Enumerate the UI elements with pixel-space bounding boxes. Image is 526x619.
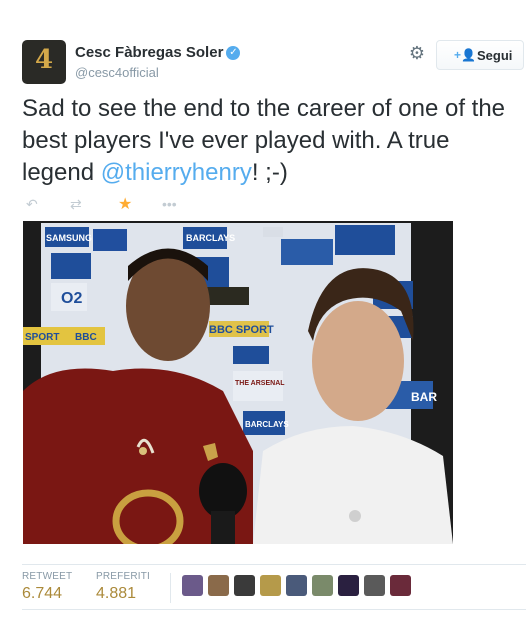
retweet-label: RETWEET: [22, 571, 73, 582]
avatar[interactable]: 4: [22, 40, 66, 84]
tweet-text-end: ! ;-): [251, 159, 288, 186]
board-text-bbc: BBC: [75, 332, 97, 343]
mention-link[interactable]: @thierryhenry: [101, 159, 252, 186]
more-icon[interactable]: •••: [162, 196, 177, 212]
board-text-arsenal: THE ARSENAL: [235, 380, 285, 387]
board-text-bar: BAR: [411, 390, 437, 404]
retweet-stat[interactable]: RETWEET 6.744: [22, 571, 72, 603]
follow-label: Segui: [477, 48, 513, 63]
verified-icon: ✓: [226, 45, 241, 60]
retweet-count: 6.744: [22, 585, 63, 602]
display-name[interactable]: Cesc Fàbregas Soler: [75, 44, 223, 61]
favoriter-avatar[interactable]: [338, 575, 359, 596]
board-text-bbcsport: BBC SPORT: [209, 324, 274, 336]
board-text-samsung: SAMSUNG: [46, 233, 92, 243]
board-text-barclays: BARCLAYS: [186, 233, 235, 243]
tweet-header: 4 Cesc Fàbregas Soler ✓ @cesc4official ⚙ …: [22, 40, 526, 84]
favoriter-avatar[interactable]: [364, 575, 385, 596]
user-handle[interactable]: @cesc4official: [75, 65, 240, 80]
favorites-stat[interactable]: PREFERITI 4.881: [96, 571, 150, 603]
favoriter-avatar[interactable]: [260, 575, 281, 596]
favoriter-avatar[interactable]: [312, 575, 333, 596]
board-text-sport: SPORT: [25, 332, 59, 343]
tweet-photo[interactable]: SAMSUNG BARCLAYS O2 BBC SPORT SPORT BBC …: [23, 221, 453, 544]
star-icon[interactable]: ★: [118, 194, 132, 214]
favoriter-avatar[interactable]: [182, 575, 203, 596]
gear-icon[interactable]: ⚙: [408, 44, 426, 62]
favorites-label: PREFERITI: [96, 571, 151, 582]
stats-divider: [170, 573, 171, 603]
reply-icon[interactable]: ↶: [26, 196, 38, 213]
favorites-count: 4.881: [96, 585, 137, 602]
tweet-stats: RETWEET 6.744 PREFERITI 4.881: [22, 564, 526, 610]
add-user-icon: +👤: [454, 48, 476, 62]
favoriter-avatar[interactable]: [390, 575, 411, 596]
favoriter-avatar[interactable]: [286, 575, 307, 596]
board-text-o2: O2: [61, 290, 82, 307]
photo-scene: SAMSUNG BARCLAYS O2 BBC SPORT SPORT BBC …: [23, 221, 453, 544]
favoriter-avatar[interactable]: [234, 575, 255, 596]
tweet-text: Sad to see the end to the career of one …: [22, 93, 512, 189]
follow-button[interactable]: +👤 Segui: [436, 40, 524, 70]
retweet-icon[interactable]: ⇄: [70, 196, 82, 213]
favoriter-avatar[interactable]: [208, 575, 229, 596]
user-names: Cesc Fàbregas Soler ✓ @cesc4official: [75, 44, 241, 80]
tweet-actions: ↶ ⇄ ★ •••: [26, 196, 226, 214]
avatar-glyph: 4: [34, 45, 54, 75]
board-text-barclays-2: BARCLAYS: [245, 420, 289, 429]
